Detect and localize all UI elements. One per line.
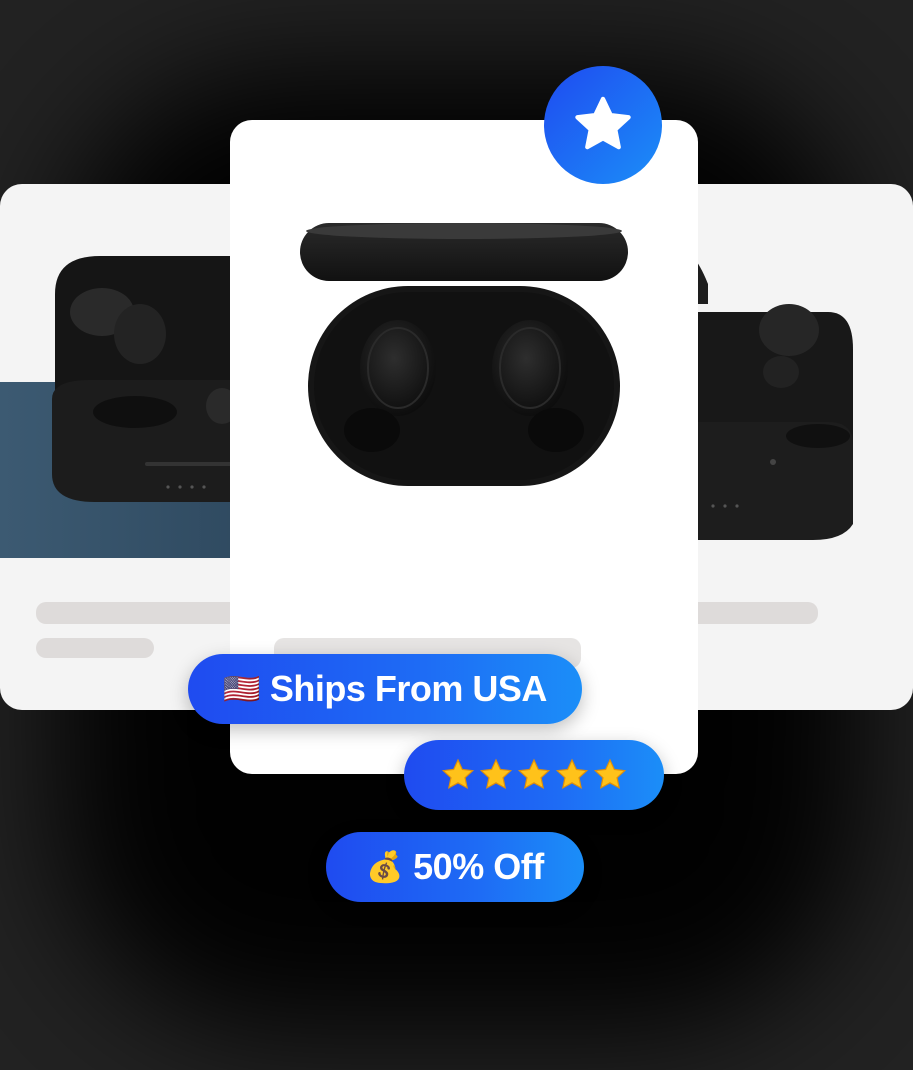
us-flag-icon: 🇺🇸 xyxy=(223,672,260,706)
skeleton-subtitle xyxy=(36,638,154,658)
discount-badge: 💰 50% Off xyxy=(326,832,584,902)
discount-label: 50% Off xyxy=(413,846,544,887)
favorite-button[interactable] xyxy=(544,66,662,184)
rating-badge xyxy=(404,740,664,810)
earbuds-case-image xyxy=(300,223,628,486)
ships-from-usa-badge: 🇺🇸 Ships From USA xyxy=(188,654,582,724)
ships-from-label: Ships From USA xyxy=(269,668,548,709)
star-icon xyxy=(441,758,475,790)
star-icon xyxy=(479,758,513,790)
money-bag-icon: 💰 xyxy=(366,850,404,884)
five-star-rating xyxy=(440,757,628,793)
skeleton-title xyxy=(36,602,256,624)
star-icon xyxy=(517,758,551,790)
star-icon xyxy=(555,758,589,790)
star-icon xyxy=(593,758,627,790)
star-icon xyxy=(575,96,631,150)
